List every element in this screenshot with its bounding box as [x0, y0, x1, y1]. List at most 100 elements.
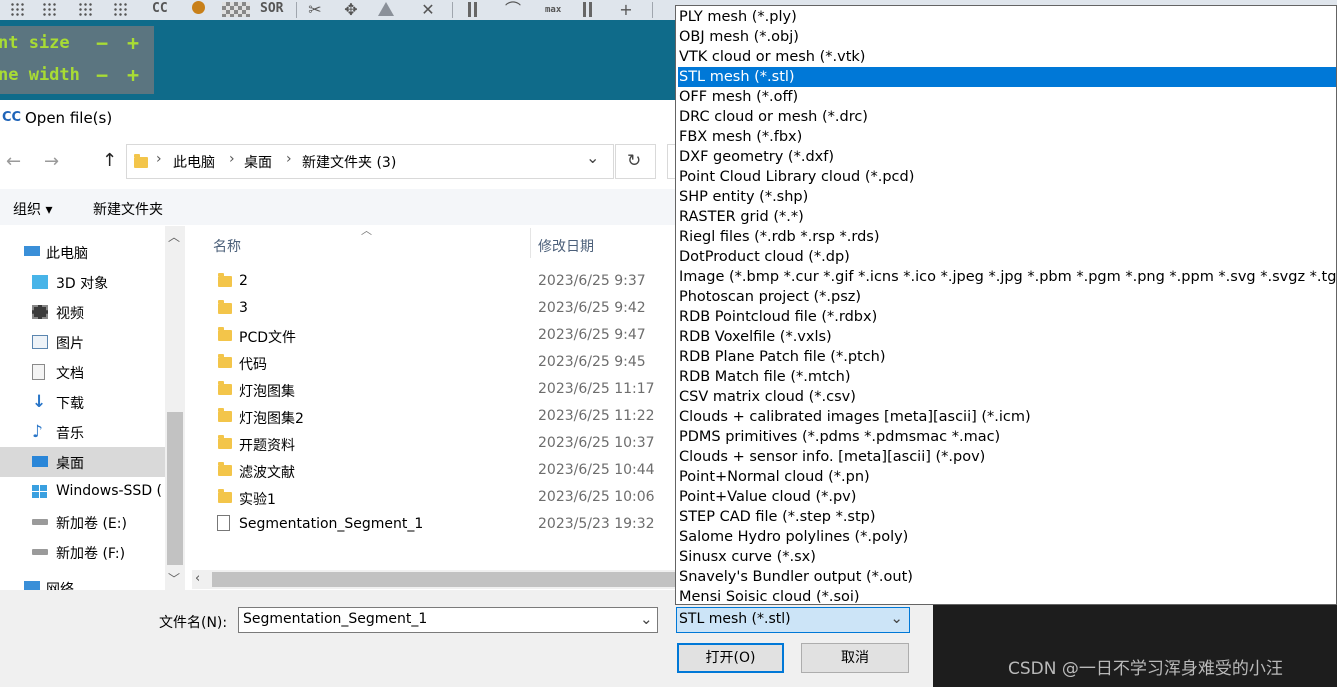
point-picking-icon[interactable] — [10, 2, 26, 17]
plane-icon[interactable] — [378, 2, 394, 16]
nav-scrollbar-thumb[interactable] — [167, 412, 183, 565]
refresh-button[interactable]: ↻ — [615, 144, 656, 179]
filetype-option[interactable]: Mensi Soisic cloud (*.soi) — [678, 587, 1336, 604]
sidebar-item-downloads[interactable]: ↓ 下载 — [0, 387, 165, 417]
sidebar-item-videos[interactable]: 视频 — [0, 297, 165, 327]
filetype-option[interactable]: Salome Hydro polylines (*.poly) — [678, 527, 1336, 547]
filetype-option[interactable]: RDB Match file (*.mtch) — [678, 367, 1336, 387]
column-header-name[interactable]: 名称 — [213, 236, 241, 256]
filetype-option[interactable]: Point+Normal cloud (*.pn) — [678, 467, 1336, 487]
filetype-option[interactable]: Clouds + sensor info. [meta][ascii] (*.p… — [678, 447, 1336, 467]
filetype-option[interactable]: Sinusx curve (*.sx) — [678, 547, 1336, 567]
sidebar-item-desktop[interactable]: 桌面 — [0, 447, 165, 477]
filetype-option[interactable]: FBX mesh (*.fbx) — [678, 127, 1336, 147]
filetype-option[interactable]: VTK cloud or mesh (*.vtk) — [678, 47, 1336, 67]
scroll-left-icon[interactable]: ‹ — [195, 571, 200, 586]
point-size-plus-button[interactable]: + — [127, 31, 139, 55]
new-folder-button[interactable]: 新建文件夹 — [93, 199, 163, 219]
noise-filter-icon[interactable] — [113, 2, 129, 17]
max-tool-icon[interactable]: max — [545, 5, 561, 15]
sidebar-item-drive-f[interactable]: 新加卷 (F:) — [0, 537, 165, 567]
sidebar-item-pictures[interactable]: 图片 — [0, 327, 165, 357]
filetype-option[interactable]: SHP entity (*.shp) — [678, 187, 1336, 207]
sor-filter-icon[interactable]: SOR — [260, 1, 283, 16]
cc-tool-icon[interactable]: CC — [152, 1, 168, 16]
subsample-icon[interactable] — [78, 2, 94, 17]
filetype-option[interactable]: PLY mesh (*.ply) — [678, 7, 1336, 27]
add-icon[interactable]: + — [618, 2, 634, 18]
point-size-minus-button[interactable]: − — [96, 31, 108, 55]
breadcrumb-this-pc[interactable]: 此电脑 — [173, 152, 215, 172]
filetype-option[interactable]: RASTER grid (*.*) — [678, 207, 1336, 227]
filetype-option[interactable]: CSV matrix cloud (*.csv) — [678, 387, 1336, 407]
close-tool-icon[interactable]: ✕ — [420, 2, 436, 18]
filetype-option[interactable]: Snavely's Bundler output (*.out) — [678, 567, 1336, 587]
filetype-option[interactable]: Clouds + calibrated images [meta][ascii]… — [678, 407, 1336, 427]
back-arrow-icon[interactable]: ← — [6, 151, 21, 172]
sidebar-item-network[interactable]: 网络 — [0, 573, 165, 590]
sidebar-item-3d-objects[interactable]: 3D 对象 — [0, 267, 165, 297]
scroll-up-icon[interactable]: ︿ — [168, 228, 180, 245]
filetype-option[interactable]: Image (*.bmp *.cur *.gif *.icns *.ico *.… — [678, 267, 1336, 287]
forward-arrow-icon[interactable]: → — [44, 151, 59, 172]
file-name: 代码 — [239, 357, 267, 373]
navigation-pane[interactable]: 此电脑 3D 对象 视频 图片 文档 ↓ 下载 ♪ 音乐 桌面 Windows-… — [0, 226, 185, 590]
filetype-option[interactable]: OBJ mesh (*.obj) — [678, 27, 1336, 47]
line-width-plus-button[interactable]: + — [127, 63, 139, 87]
filetype-option[interactable]: RDB Voxelfile (*.vxls) — [678, 327, 1336, 347]
cancel-button[interactable]: 取消 — [801, 643, 909, 673]
file-date: 2023/5/23 19:32 — [538, 516, 655, 532]
filetype-option[interactable]: OFF mesh (*.off) — [678, 87, 1336, 107]
filetype-option[interactable]: Point+Value cloud (*.pv) — [678, 487, 1336, 507]
filetype-option[interactable]: DotProduct cloud (*.dp) — [678, 247, 1336, 267]
file-name: 滤波文献 — [239, 465, 295, 481]
up-arrow-icon[interactable]: ↑ — [102, 150, 117, 171]
scissors-icon[interactable]: ✂ — [307, 2, 323, 18]
filename-input[interactable]: Segmentation_Segment_1 — [238, 607, 658, 633]
column-divider[interactable] — [530, 228, 531, 258]
filetype-option[interactable]: Riegl files (*.rdb *.rsp *.rds) — [678, 227, 1336, 247]
folder-icon — [218, 489, 232, 503]
filetype-option[interactable]: PDMS primitives (*.pdms *.pdmsmac *.mac) — [678, 427, 1336, 447]
checkerboard-icon[interactable] — [222, 2, 250, 17]
filetype-option[interactable]: DRC cloud or mesh (*.drc) — [678, 107, 1336, 127]
open-button[interactable]: 打开(O) — [677, 643, 784, 673]
filetype-option[interactable]: Photoscan project (*.psz) — [678, 287, 1336, 307]
move-icon[interactable]: ✥ — [343, 2, 359, 18]
chevron-down-icon: ⌄ — [890, 609, 903, 627]
file-date: 2023/6/25 9:45 — [538, 354, 646, 370]
chevron-down-icon[interactable]: ⌄ — [640, 610, 653, 628]
sidebar-item-label: 音乐 — [56, 426, 84, 442]
display-options-overlay: nt size − + ne width − + — [0, 26, 154, 94]
filetype-select[interactable]: STL mesh (*.stl) ⌄ — [676, 607, 910, 633]
breadcrumb-current-folder[interactable]: 新建文件夹 (3) — [302, 152, 396, 172]
sidebar-item-music[interactable]: ♪ 音乐 — [0, 417, 165, 447]
sidebar-item-label: 图片 — [56, 336, 84, 352]
filetype-option[interactable]: DXF geometry (*.dxf) — [678, 147, 1336, 167]
filetype-option[interactable]: STEP CAD file (*.step *.stp) — [678, 507, 1336, 527]
sidebar-item-documents[interactable]: 文档 — [0, 357, 165, 387]
line-width-minus-button[interactable]: − — [96, 63, 108, 87]
sphere-icon[interactable] — [192, 1, 205, 14]
filetype-dropdown-list[interactable]: PLY mesh (*.ply) OBJ mesh (*.obj) VTK clou… — [675, 5, 1337, 605]
column-header-modified[interactable]: 修改日期 — [538, 236, 594, 256]
sidebar-item-this-pc[interactable]: 此电脑 — [0, 237, 165, 267]
scroll-down-icon[interactable]: ﹀ — [168, 570, 180, 587]
sidebar-item-drive-e[interactable]: 新加卷 (E:) — [0, 507, 165, 537]
folder-icon — [218, 435, 232, 449]
breadcrumb-desktop[interactable]: 桌面 — [244, 152, 272, 172]
filetype-option[interactable]: Point Cloud Library cloud (*.pcd) — [678, 167, 1336, 187]
stats-icon[interactable] — [583, 2, 599, 17]
filetype-option[interactable]: RDB Plane Patch file (*.ptch) — [678, 347, 1336, 367]
horizontal-scrollbar-thumb[interactable] — [212, 572, 676, 587]
filetype-option[interactable]: RDB Pointcloud file (*.rdbx) — [678, 307, 1336, 327]
histogram-icon[interactable] — [468, 2, 484, 17]
curve-icon[interactable]: ⌒ — [505, 2, 521, 18]
organize-menu-button[interactable]: 组织 ▾ — [13, 199, 52, 219]
sidebar-item-windows-ssd[interactable]: Windows-SSD ( — [0, 477, 165, 507]
cube-icon — [32, 275, 48, 289]
sampling-icon[interactable] — [42, 2, 58, 17]
filetype-option[interactable]: STL mesh (*.stl) — [678, 67, 1336, 87]
file-name: PCD文件 — [239, 330, 296, 346]
address-dropdown-icon[interactable]: ⌄ — [586, 148, 599, 167]
